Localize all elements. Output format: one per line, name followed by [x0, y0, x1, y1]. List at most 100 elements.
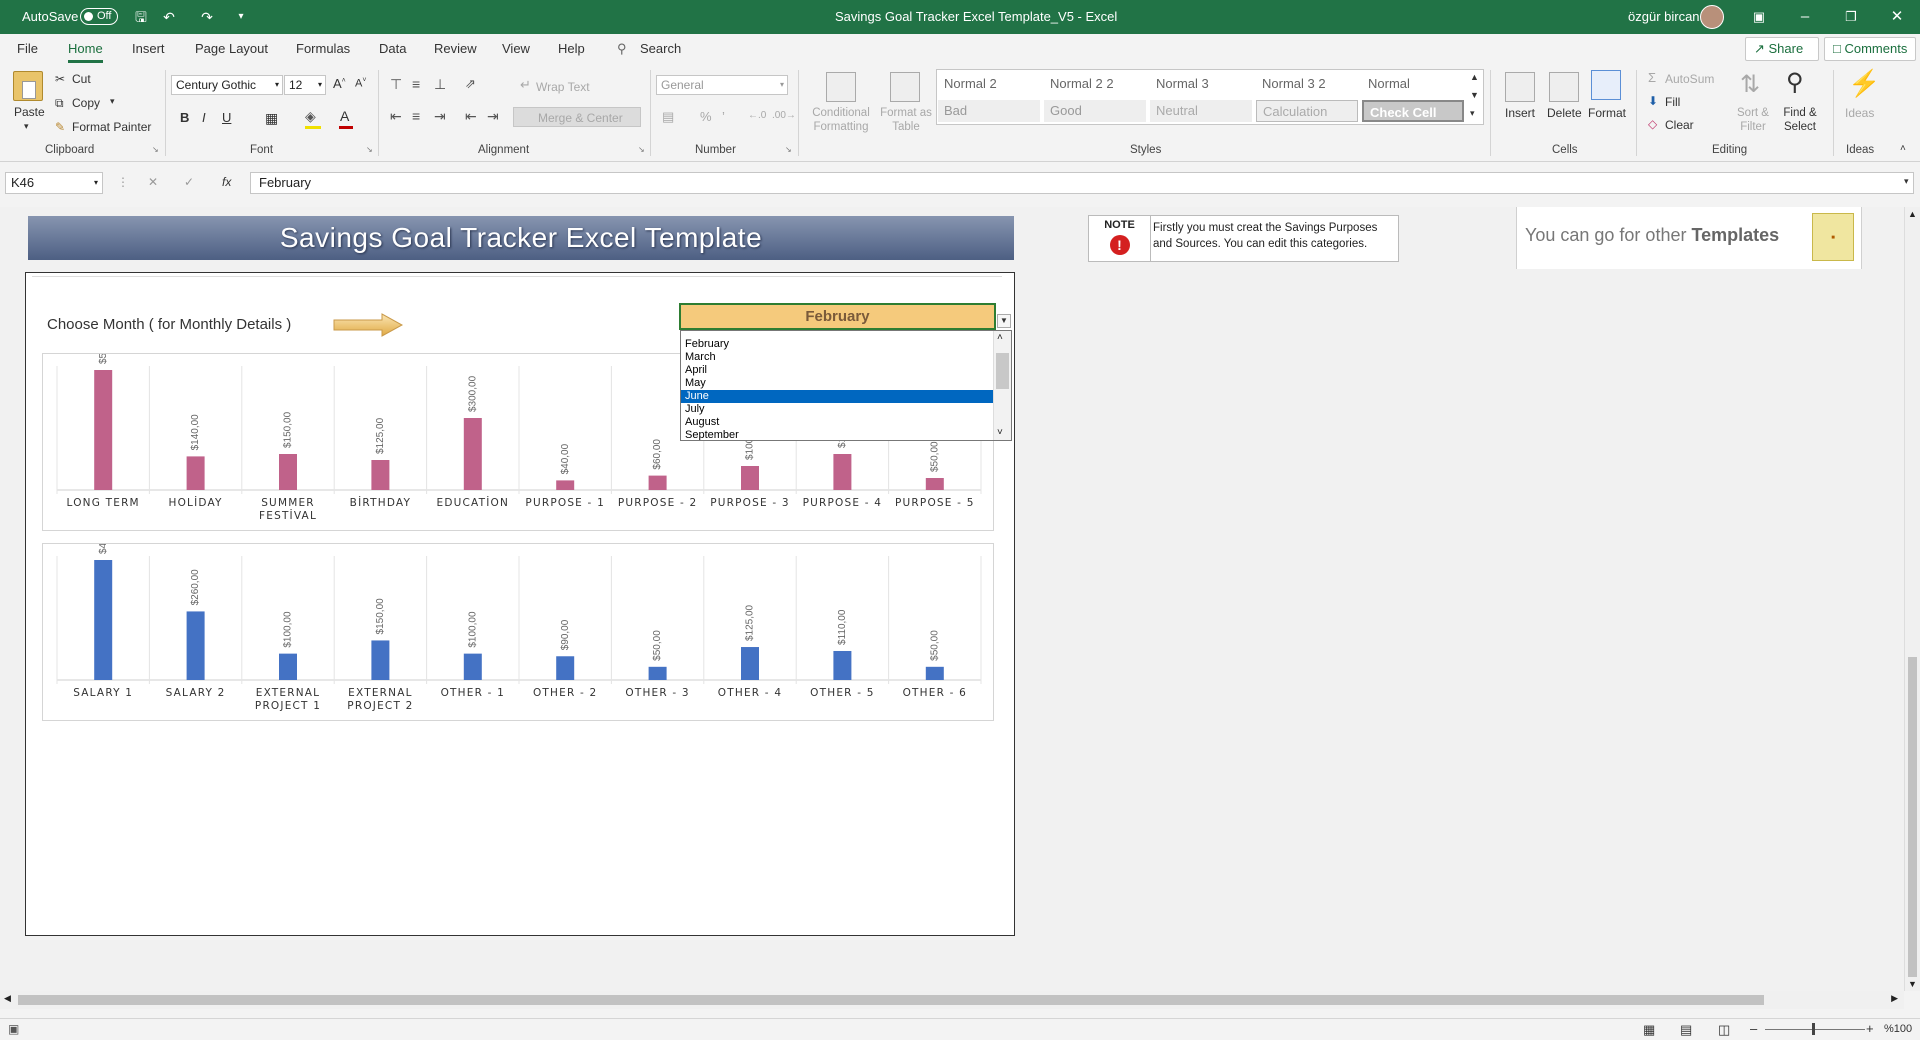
- horizontal-scrollbar[interactable]: ◀ ▶: [0, 991, 1904, 1009]
- paste-icon[interactable]: [13, 71, 43, 101]
- font-size-combo[interactable]: 12 ▾: [284, 75, 326, 95]
- format-cells-button[interactable]: Format: [1588, 106, 1626, 120]
- conditional-formatting-button[interactable]: Conditional Formatting: [808, 106, 874, 134]
- dropdown-scrollbar[interactable]: ˄ ˅: [993, 331, 1011, 440]
- logo-icon[interactable]: ■: [1812, 213, 1854, 261]
- orientation-icon[interactable]: ⇗: [465, 76, 476, 92]
- cancel-icon[interactable]: ✕: [148, 175, 158, 189]
- autosum-button[interactable]: AutoSum: [1665, 72, 1714, 86]
- save-icon[interactable]: 🖫: [132, 8, 150, 26]
- enter-icon[interactable]: ✓: [184, 175, 194, 189]
- number-launcher-icon[interactable]: ↘: [785, 145, 792, 154]
- tab-view[interactable]: View: [502, 41, 530, 56]
- month-dropdown-list[interactable]: February March April May June July August Septe…: [680, 330, 1012, 441]
- share-button[interactable]: ↗ Share: [1745, 37, 1819, 61]
- tab-file[interactable]: File: [17, 41, 38, 56]
- decrease-decimal-icon[interactable]: .00→: [772, 110, 796, 121]
- find-select-button[interactable]: Find & Select: [1777, 106, 1823, 134]
- user-name[interactable]: özgür bircan: [1628, 9, 1700, 24]
- format-as-table-button[interactable]: Format as Table: [878, 106, 934, 134]
- month-option[interactable]: July: [681, 403, 1011, 416]
- grow-font-icon[interactable]: A˄: [333, 76, 346, 91]
- month-option[interactable]: March: [681, 351, 1011, 364]
- comma-icon[interactable]: ’: [722, 109, 725, 124]
- insert-function-icon[interactable]: fx: [222, 175, 231, 189]
- clipboard-launcher-icon[interactable]: ↘: [152, 145, 159, 154]
- name-box[interactable]: K46 ▾: [5, 172, 103, 194]
- style-neutral[interactable]: Neutral: [1150, 100, 1252, 122]
- customize-qat-icon[interactable]: ▾: [232, 8, 250, 26]
- style-normal-2-2[interactable]: Normal 2 2: [1044, 73, 1146, 95]
- increase-decimal-icon[interactable]: ←.0: [748, 110, 766, 121]
- align-top-icon[interactable]: ⊤: [390, 76, 402, 93]
- style-normal[interactable]: Normal: [1362, 73, 1464, 95]
- expand-formula-icon[interactable]: ▾: [1904, 176, 1909, 187]
- percent-icon[interactable]: %: [700, 109, 712, 124]
- scroll-down-icon[interactable]: ˅: [997, 427, 1003, 438]
- insert-cells-icon[interactable]: [1505, 72, 1535, 102]
- month-option[interactable]: May: [681, 377, 1011, 390]
- autosave-toggle[interactable]: Off: [80, 8, 118, 25]
- font-launcher-icon[interactable]: ↘: [366, 145, 373, 154]
- collapse-ribbon-icon[interactable]: ˄: [1900, 143, 1906, 154]
- tab-insert[interactable]: Insert: [132, 41, 165, 56]
- paste-button[interactable]: Paste: [14, 105, 45, 119]
- tab-data[interactable]: Data: [379, 41, 406, 56]
- macro-record-icon[interactable]: ▣: [8, 1022, 19, 1036]
- zoom-out-icon[interactable]: –: [1750, 1021, 1757, 1036]
- dropdown-arrow-icon[interactable]: ▼: [997, 314, 1011, 328]
- clear-button[interactable]: Clear: [1665, 118, 1694, 132]
- ideas-button[interactable]: Ideas: [1845, 106, 1874, 120]
- scroll-up-icon[interactable]: ▲: [1908, 209, 1917, 219]
- tab-help[interactable]: Help: [558, 41, 585, 56]
- page-layout-view-icon[interactable]: ▤: [1680, 1022, 1692, 1038]
- ideas-icon[interactable]: ⚡: [1848, 68, 1880, 99]
- redo-icon[interactable]: ↷: [198, 8, 216, 26]
- promo-text[interactable]: You can go for other Templates: [1525, 225, 1779, 246]
- fill-button[interactable]: Fill: [1665, 95, 1680, 109]
- format-as-table-icon[interactable]: [890, 72, 920, 102]
- tab-review[interactable]: Review: [434, 41, 477, 56]
- vertical-scrollbar[interactable]: ▲ ▼: [1904, 207, 1920, 991]
- close-icon[interactable]: ✕: [1874, 0, 1920, 34]
- scroll-thumb[interactable]: [18, 995, 1764, 1005]
- align-left-icon[interactable]: ⇤: [390, 108, 402, 125]
- tab-formulas[interactable]: Formulas: [296, 41, 350, 56]
- search-box[interactable]: Search: [640, 41, 681, 56]
- style-normal-3-2[interactable]: Normal 3 2: [1256, 73, 1358, 95]
- style-normal-3[interactable]: Normal 3: [1150, 73, 1252, 95]
- cut-button[interactable]: Cut: [72, 72, 91, 86]
- wrap-text-icon[interactable]: ↵: [520, 77, 531, 93]
- paste-dropdown-icon[interactable]: ▾: [24, 121, 29, 132]
- gallery-down-icon[interactable]: ▼: [1470, 90, 1479, 100]
- minimize-icon[interactable]: –: [1782, 0, 1828, 34]
- style-calculation[interactable]: Calculation: [1256, 100, 1358, 122]
- scroll-thumb[interactable]: [996, 353, 1009, 389]
- scroll-thumb[interactable]: [1908, 657, 1917, 977]
- delete-cells-button[interactable]: Delete: [1547, 106, 1582, 120]
- find-icon[interactable]: ⚲: [1786, 68, 1804, 97]
- shrink-font-icon[interactable]: A˅: [355, 77, 366, 90]
- copy-dropdown-icon[interactable]: ▾: [110, 96, 115, 107]
- align-center-icon[interactable]: ≡: [412, 108, 420, 124]
- font-name-combo[interactable]: Century Gothic ▾: [171, 75, 283, 95]
- currency-icon[interactable]: ▤: [662, 109, 674, 125]
- month-option[interactable]: September: [681, 429, 1011, 440]
- avatar[interactable]: [1700, 5, 1724, 29]
- bold-icon[interactable]: B: [180, 110, 189, 125]
- formula-input[interactable]: February: [250, 172, 1914, 194]
- zoom-slider-thumb[interactable]: [1812, 1023, 1815, 1035]
- sort-filter-button[interactable]: Sort & Filter: [1733, 106, 1773, 134]
- decrease-indent-icon[interactable]: ⇤: [465, 108, 477, 125]
- gallery-more-icon[interactable]: ▾: [1470, 108, 1475, 119]
- insert-cells-button[interactable]: Insert: [1505, 106, 1535, 120]
- underline-icon[interactable]: U: [222, 110, 231, 125]
- increase-indent-icon[interactable]: ⇥: [487, 108, 499, 125]
- alignment-launcher-icon[interactable]: ↘: [638, 145, 645, 154]
- number-format-combo[interactable]: General ▾: [656, 75, 788, 95]
- style-good[interactable]: Good: [1044, 100, 1146, 122]
- scroll-left-icon[interactable]: ◀: [4, 993, 11, 1004]
- scroll-right-icon[interactable]: ▶: [1891, 993, 1898, 1004]
- zoom-slider[interactable]: [1765, 1029, 1865, 1030]
- style-check-cell[interactable]: Check Cell: [1362, 100, 1464, 122]
